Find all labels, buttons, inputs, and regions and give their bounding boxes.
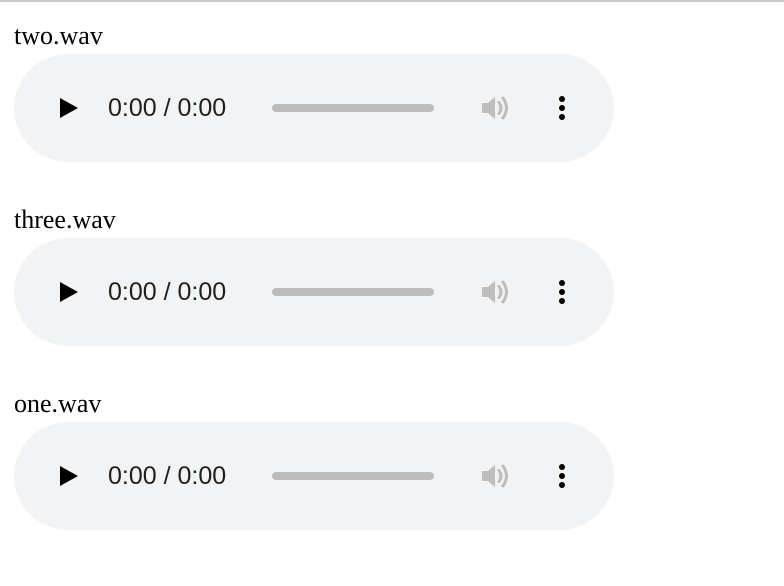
- progress-slider[interactable]: [272, 288, 434, 296]
- audio-item-one: one.wav 0:00 / 0:00: [14, 388, 634, 572]
- volume-button[interactable]: [480, 92, 514, 124]
- audio-filename: three.wav: [14, 205, 116, 234]
- time-display: 0:00 / 0:00: [108, 462, 227, 490]
- volume-icon: [482, 96, 508, 120]
- play-button[interactable]: [54, 460, 84, 492]
- more-options-button[interactable]: [552, 460, 572, 492]
- play-icon: [60, 466, 78, 486]
- audio-item-three: three.wav 0:00 / 0:00: [14, 204, 634, 388]
- more-options-icon: [559, 464, 565, 488]
- audio-filename: two.wav: [14, 21, 103, 50]
- play-icon: [60, 282, 78, 302]
- top-border: [0, 0, 784, 2]
- progress-slider[interactable]: [272, 104, 434, 112]
- audio-item-two: two.wav 0:00 / 0:00: [14, 20, 634, 204]
- volume-icon: [482, 464, 508, 488]
- more-options-icon: [559, 280, 565, 304]
- progress-slider[interactable]: [272, 472, 434, 480]
- audio-player: 0:00 / 0:00: [14, 54, 614, 162]
- time-display: 0:00 / 0:00: [108, 94, 227, 122]
- audio-list: two.wav 0:00 / 0:00 three.wav 0:00 / 0:0…: [14, 20, 634, 572]
- play-button[interactable]: [54, 92, 84, 124]
- volume-button[interactable]: [480, 276, 514, 308]
- more-options-icon: [559, 96, 565, 120]
- more-options-button[interactable]: [552, 276, 572, 308]
- audio-player: 0:00 / 0:00: [14, 238, 614, 346]
- time-display: 0:00 / 0:00: [108, 278, 227, 306]
- play-icon: [60, 98, 78, 118]
- audio-player: 0:00 / 0:00: [14, 422, 614, 530]
- audio-filename: one.wav: [14, 389, 102, 418]
- more-options-button[interactable]: [552, 92, 572, 124]
- volume-button[interactable]: [480, 460, 514, 492]
- play-button[interactable]: [54, 276, 84, 308]
- volume-icon: [482, 280, 508, 304]
